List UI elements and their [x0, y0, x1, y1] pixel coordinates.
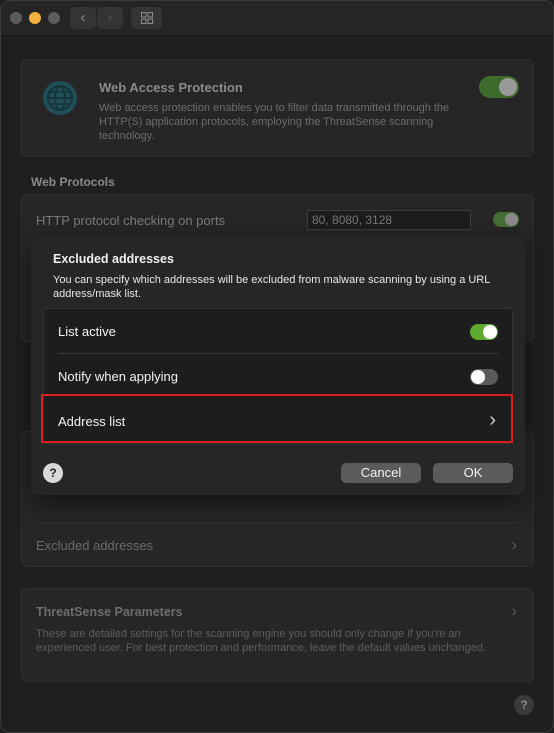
- toggle-knob: [499, 78, 517, 96]
- chevron-right-icon: ›: [511, 601, 517, 620]
- web-protocols-heading: Web Protocols: [31, 175, 115, 189]
- grid-view-button[interactable]: [131, 7, 162, 29]
- threatsense-title: ThreatSense Parameters: [36, 605, 183, 619]
- notify-when-applying-toggle[interactable]: [470, 369, 498, 385]
- forward-button[interactable]: ›: [97, 7, 123, 29]
- threatsense-card[interactable]: ThreatSense Parameters These are detaile…: [21, 588, 534, 682]
- help-button[interactable]: ?: [514, 695, 534, 715]
- divider: [36, 522, 519, 523]
- address-list-label: Address list: [58, 414, 126, 429]
- ports-input[interactable]: 80, 8080, 3128: [307, 210, 471, 230]
- sheet-help-button[interactable]: ?: [43, 463, 63, 483]
- app-window: ‹ › Web Access Protection Web access pro…: [0, 0, 554, 733]
- web-access-title: Web Access Protection: [99, 80, 243, 95]
- zoom-window-button[interactable]: [48, 12, 60, 24]
- notify-when-applying-row[interactable]: Notify when applying: [44, 354, 512, 399]
- http-port-label: HTTP protocol checking on ports: [36, 213, 226, 228]
- web-access-description: Web access protection enables you to fil…: [99, 102, 450, 142]
- chevron-right-icon: ›: [107, 9, 113, 26]
- chevron-right-icon: ›: [511, 535, 517, 554]
- web-access-protection-card: Web Access Protection Web access protect…: [21, 59, 534, 157]
- toggle-knob: [483, 325, 497, 339]
- excluded-addresses-row[interactable]: Excluded addresses: [36, 538, 153, 553]
- chevron-right-icon: ›: [489, 409, 496, 431]
- toggle-knob: [505, 213, 518, 226]
- excluded-addresses-sheet: Excluded addresses You can specify which…: [31, 237, 525, 495]
- globe-icon: [43, 81, 77, 115]
- sheet-description: You can specify which addresses will be …: [53, 274, 490, 300]
- chevron-left-icon: ‹: [80, 9, 86, 26]
- settings-list: List active Notify when applying Address…: [43, 308, 513, 444]
- list-active-toggle[interactable]: [470, 324, 498, 340]
- sheet-title: Excluded addresses: [53, 252, 174, 266]
- grid-icon: [140, 12, 153, 24]
- titlebar: ‹ ›: [1, 1, 553, 36]
- notify-when-applying-label: Notify when applying: [58, 369, 178, 384]
- back-button[interactable]: ‹: [70, 7, 96, 29]
- close-window-button[interactable]: [10, 12, 22, 24]
- list-active-row[interactable]: List active: [44, 309, 512, 354]
- ok-button[interactable]: OK: [433, 463, 513, 483]
- web-access-toggle[interactable]: [479, 76, 519, 98]
- minimize-window-button[interactable]: [29, 12, 41, 24]
- http-checking-toggle[interactable]: [493, 212, 519, 227]
- list-active-label: List active: [58, 324, 116, 339]
- cancel-button[interactable]: Cancel: [341, 463, 421, 483]
- toggle-knob: [471, 370, 485, 384]
- threatsense-description: These are detailed settings for the scan…: [36, 628, 487, 654]
- address-list-row[interactable]: Address list ›: [44, 399, 512, 444]
